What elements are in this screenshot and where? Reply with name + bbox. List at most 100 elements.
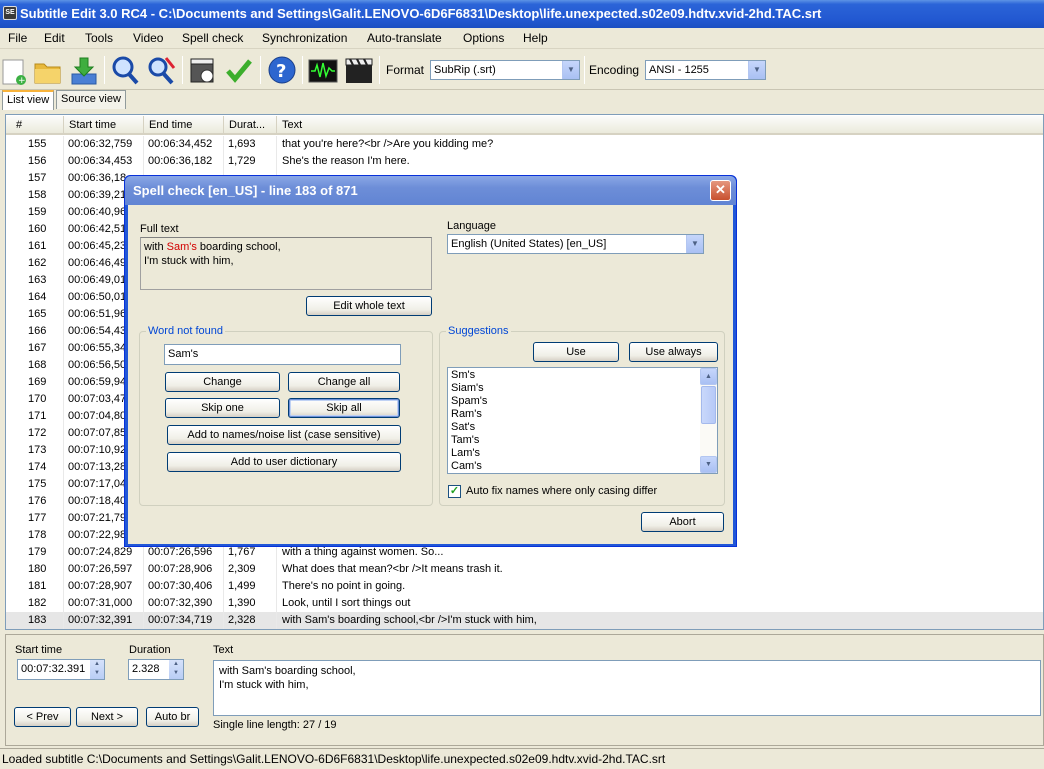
row-number: 165: [6, 306, 64, 323]
visual-sync-icon[interactable]: [188, 54, 218, 86]
spinner-arrows-icon[interactable]: ▲ ▼: [90, 660, 104, 679]
suggestion-item[interactable]: Cam's: [448, 460, 717, 473]
menu-tools[interactable]: Tools: [85, 31, 113, 45]
spinner-arrows-icon[interactable]: ▲ ▼: [169, 660, 183, 679]
row-text: What does that mean?<br />It means trash…: [282, 563, 503, 575]
encoding-select[interactable]: ANSI - 1255 ▼: [645, 60, 766, 80]
replace-icon[interactable]: [146, 54, 176, 86]
row-end-time: 00:07:32,390: [144, 595, 224, 612]
scroll-thumb[interactable]: [701, 386, 716, 424]
change-button[interactable]: Change: [165, 372, 280, 392]
menu-file[interactable]: File: [8, 31, 27, 45]
row-number: 172: [6, 425, 64, 442]
row-number: 176: [6, 493, 64, 510]
column-header-text[interactable]: Text: [277, 116, 1043, 135]
suggestion-item[interactable]: Sat's: [448, 421, 717, 434]
next-button[interactable]: Next >: [76, 707, 138, 727]
dialog-title: Spell check [en_US] - line 183 of 871: [133, 183, 358, 198]
prev-button[interactable]: < Prev: [14, 707, 71, 727]
word-input[interactable]: Sam's: [164, 344, 401, 365]
menu-help[interactable]: Help: [523, 31, 548, 45]
list-header: # Start time End time Durat... Text: [6, 116, 1043, 135]
add-to-dictionary-button[interactable]: Add to user dictionary: [167, 452, 401, 472]
title-bar: SE Subtitle Edit 3.0 RC4 - C:\Documents …: [0, 0, 1044, 28]
tab-list-view[interactable]: List view: [2, 90, 55, 110]
skip-all-button[interactable]: Skip all: [288, 398, 400, 418]
close-icon[interactable]: ✕: [710, 180, 731, 201]
row-number: 175: [6, 476, 64, 493]
status-bar: Loaded subtitle C:\Documents and Setting…: [0, 748, 1044, 768]
subtitle-text-input[interactable]: with Sam's boarding school, I'm stuck wi…: [213, 660, 1041, 716]
download-icon[interactable]: [69, 54, 99, 86]
use-button[interactable]: Use: [533, 342, 619, 362]
row-start-time: 00:07:31,000: [64, 595, 144, 612]
help-icon[interactable]: ?: [267, 54, 297, 86]
suggestion-item[interactable]: Spam's: [448, 395, 717, 408]
language-label: Language: [447, 220, 496, 232]
row-text: There's no point in going.: [282, 580, 406, 592]
tab-source-view[interactable]: Source view: [56, 90, 126, 109]
find-icon[interactable]: [110, 54, 140, 86]
skip-one-button[interactable]: Skip one: [165, 398, 280, 418]
row-number: 163: [6, 272, 64, 289]
menu-auto-translate[interactable]: Auto-translate: [367, 31, 442, 45]
start-time-input[interactable]: 00:07:32.391 ▲ ▼: [17, 659, 105, 680]
column-header-start-time[interactable]: Start time: [64, 116, 144, 135]
auto-fix-label: Auto fix names where only casing differ: [466, 485, 658, 497]
row-number: 181: [6, 578, 64, 595]
column-header-number[interactable]: #: [6, 116, 64, 135]
auto-fix-checkbox[interactable]: ✓: [448, 485, 461, 498]
video-clapper-icon[interactable]: [344, 54, 374, 86]
suggestions-scrollbar[interactable]: ▲ ▼: [700, 368, 717, 473]
menu-synchronization[interactable]: Synchronization: [262, 31, 347, 45]
row-duration: 2,309: [224, 561, 277, 578]
column-header-duration[interactable]: Durat...: [224, 116, 277, 135]
spell-check-icon[interactable]: [224, 54, 254, 86]
open-folder-icon[interactable]: [33, 54, 63, 86]
text-line-1: with Sam's boarding school,: [219, 665, 356, 677]
encoding-label: Encoding: [589, 63, 640, 77]
row-number: 170: [6, 391, 64, 408]
suggestion-item[interactable]: Tam's: [448, 434, 717, 447]
language-select[interactable]: English (United States) [en_US] ▼: [447, 234, 704, 254]
column-header-end-time[interactable]: End time: [144, 116, 224, 135]
table-row[interactable]: 180 00:07:26,597 00:07:28,906 2,309 What doe…: [6, 561, 1043, 578]
table-row[interactable]: 183 00:07:32,391 00:07:34,719 2,328 with Sam…: [6, 612, 1043, 629]
menu-options[interactable]: Options: [463, 31, 504, 45]
use-always-button[interactable]: Use always: [629, 342, 718, 362]
row-number: 156: [6, 153, 64, 170]
change-all-button[interactable]: Change all: [288, 372, 400, 392]
waveform-icon[interactable]: [308, 54, 338, 86]
row-number: 166: [6, 323, 64, 340]
duration-input[interactable]: 2.328 ▲ ▼: [128, 659, 184, 680]
new-file-icon[interactable]: +: [0, 54, 30, 86]
row-start-time: 00:07:28,907: [64, 578, 144, 595]
suggestion-item[interactable]: Siam's: [448, 382, 717, 395]
suggestion-item[interactable]: Ram's: [448, 408, 717, 421]
row-number: 159: [6, 204, 64, 221]
window-title: Subtitle Edit 3.0 RC4 - C:\Documents and…: [20, 6, 822, 21]
table-row[interactable]: 181 00:07:28,907 00:07:30,406 1,499 There's …: [6, 578, 1043, 595]
suggestion-item[interactable]: Lam's: [448, 447, 717, 460]
menu-edit[interactable]: Edit: [44, 31, 65, 45]
edit-whole-text-button[interactable]: Edit whole text: [306, 296, 432, 316]
menu-spell-check[interactable]: Spell check: [182, 31, 243, 45]
row-text: She's the reason I'm here.: [282, 155, 410, 167]
table-row[interactable]: 155 00:06:32,759 00:06:34,452 1,693 that you…: [6, 136, 1043, 153]
row-duration: 1,499: [224, 578, 277, 595]
add-to-names-button[interactable]: Add to names/noise list (case sensitive): [167, 425, 401, 445]
scroll-down-icon[interactable]: ▼: [700, 456, 717, 473]
menu-video[interactable]: Video: [133, 31, 163, 45]
format-select[interactable]: SubRip (.srt) ▼: [430, 60, 580, 80]
table-row[interactable]: 156 00:06:34,453 00:06:36,182 1,729 She's th…: [6, 153, 1043, 170]
auto-br-button[interactable]: Auto br: [146, 707, 199, 727]
text-label: Text: [213, 644, 234, 656]
suggestion-item[interactable]: Sm's: [448, 369, 717, 382]
language-value: English (United States) [en_US]: [451, 238, 607, 250]
scroll-up-icon[interactable]: ▲: [700, 368, 717, 385]
table-row[interactable]: 182 00:07:31,000 00:07:32,390 1,390 Look, un…: [6, 595, 1043, 612]
dialog-title-bar: Spell check [en_US] - line 183 of 871 ✕: [125, 176, 736, 205]
abort-button[interactable]: Abort: [641, 512, 724, 532]
suggestions-list[interactable]: Sm's Siam's Spam's Ram's Sat's Tam's Lam's Cam'…: [447, 367, 718, 474]
row-text: that you're here?<br />Are you kidding m…: [282, 138, 494, 150]
